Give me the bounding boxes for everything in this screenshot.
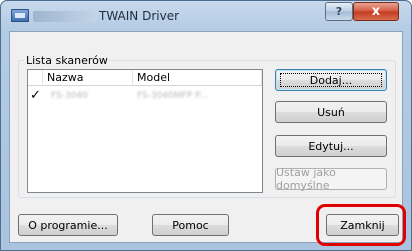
title-redacted-text	[33, 11, 97, 22]
remove-button-label: Usuń	[317, 105, 345, 119]
add-button[interactable]: Dodaj...	[275, 69, 387, 91]
list-item[interactable]: ✓ FS-3040 FS-3040MFP P...	[28, 88, 262, 104]
close-title-button[interactable]: x	[353, 2, 399, 21]
remove-button[interactable]: Usuń	[275, 101, 387, 123]
checkmark-icon: ✓	[30, 88, 41, 103]
help-button-label: Pomoc	[172, 218, 209, 232]
help-button[interactable]: Pomoc	[152, 214, 229, 236]
focus-rectangle	[280, 73, 382, 87]
help-title-button[interactable]: ?	[325, 2, 353, 21]
scanner-list[interactable]: Nazwa Model ✓ FS-3040 FS-3040MFP P...	[27, 69, 263, 193]
about-button[interactable]: O programie...	[18, 214, 118, 236]
edit-button-label: Edytuj...	[308, 139, 354, 153]
scanner-list-group: Lista skanerów Nazwa Model ✓ FS-3040 FS-…	[18, 54, 396, 198]
column-header-check[interactable]	[28, 70, 43, 85]
list-header: Nazwa Model	[28, 70, 262, 86]
set-default-button[interactable]: Ustaw jako domyślne	[275, 166, 387, 192]
set-default-button-label: Ustaw jako domyślne	[276, 166, 336, 192]
edit-button[interactable]: Edytuj...	[275, 135, 387, 157]
column-header-name[interactable]: Nazwa	[43, 70, 133, 85]
column-header-model[interactable]: Model	[133, 70, 262, 85]
window-title: TWAIN Driver	[99, 9, 180, 23]
scanner-name: FS-3040	[51, 91, 88, 101]
close-button-highlight	[316, 204, 406, 246]
app-icon	[11, 9, 29, 22]
scanner-model: FS-3040MFP P...	[137, 91, 208, 101]
title-bar[interactable]: TWAIN Driver ? x	[1, 1, 411, 31]
scanner-list-legend: Lista skanerów	[24, 54, 110, 67]
about-button-label: O programie...	[28, 218, 108, 232]
